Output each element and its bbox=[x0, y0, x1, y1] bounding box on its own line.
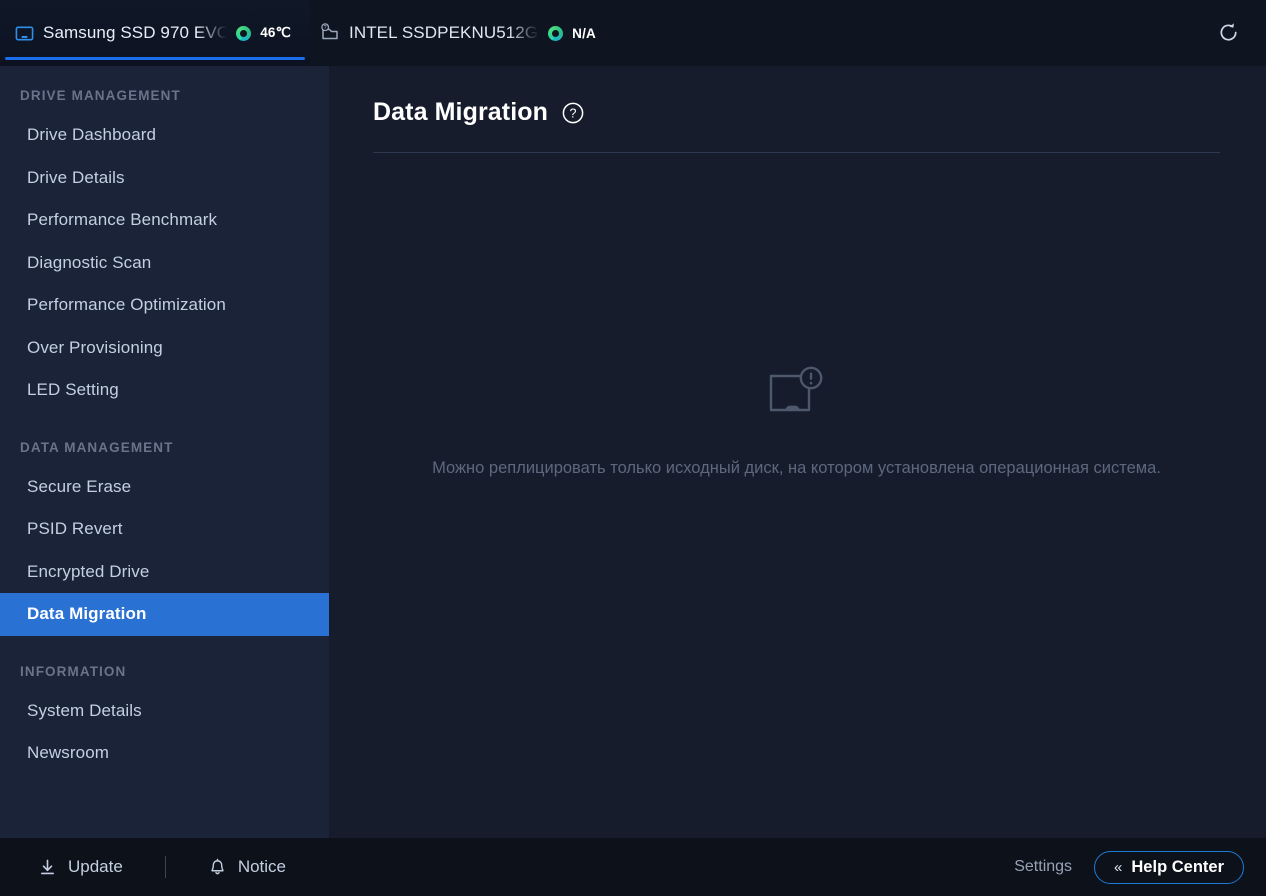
sidebar-item-data-migration[interactable]: Data Migration bbox=[0, 593, 329, 636]
drive-tab-label: Samsung SSD 970 EVO P bbox=[43, 23, 228, 42]
download-icon bbox=[38, 858, 57, 877]
nav-group-data-management: DATA MANAGEMENT Secure Erase PSID Revert… bbox=[0, 440, 329, 636]
sidebar-item-secure-erase[interactable]: Secure Erase bbox=[0, 466, 329, 509]
nav-group-title: DATA MANAGEMENT bbox=[20, 439, 174, 455]
update-label: Update bbox=[68, 857, 123, 876]
drive-tab-intel[interactable]: ? INTEL SSDPEKNU512GZ N/A bbox=[310, 0, 610, 66]
svg-text:?: ? bbox=[324, 25, 327, 31]
sidebar-item-drive-dashboard[interactable]: Drive Dashboard bbox=[0, 114, 329, 157]
notice-button[interactable]: Notice bbox=[208, 857, 286, 877]
sidebar-item-performance-optimization[interactable]: Performance Optimization bbox=[0, 284, 329, 327]
help-center-label: Help Center bbox=[1131, 857, 1224, 876]
help-center-button[interactable]: « Help Center bbox=[1094, 850, 1244, 884]
page-title: Data Migration bbox=[373, 98, 549, 126]
status-ring-icon bbox=[236, 25, 252, 41]
sidebar-item-diagnostic-scan[interactable]: Diagnostic Scan bbox=[0, 242, 329, 285]
app-window: Samsung SSD 970 EVO P 46℃ ? INTEL SSDPEK… bbox=[0, 0, 1266, 896]
drive-tab-samsung[interactable]: Samsung SSD 970 EVO P 46℃ bbox=[5, 0, 305, 66]
settings-label: Settings bbox=[1014, 858, 1073, 875]
question-mark-circle-icon[interactable]: ? bbox=[561, 101, 585, 125]
footer-toolbar: Update Notice Settings « Help Center bbox=[0, 838, 1266, 896]
sidebar-item-label: Diagnostic Scan bbox=[27, 252, 152, 272]
sidebar-item-label: LED Setting bbox=[27, 380, 119, 400]
notice-label: Notice bbox=[237, 857, 287, 876]
ssd-drive-icon bbox=[15, 24, 34, 43]
refresh-icon[interactable] bbox=[1212, 16, 1244, 48]
double-chevron-left-icon: « bbox=[1114, 858, 1123, 876]
bell-icon bbox=[208, 858, 227, 877]
sidebar-item-label: Encrypted Drive bbox=[27, 561, 150, 581]
sidebar-item-label: Drive Details bbox=[27, 167, 125, 187]
settings-button[interactable]: Settings bbox=[1014, 858, 1072, 876]
unknown-drive-icon: ? bbox=[320, 23, 340, 43]
sidebar-item-newsroom[interactable]: Newsroom bbox=[0, 732, 329, 775]
sidebar-item-label: Newsroom bbox=[27, 743, 110, 763]
status-ring-icon bbox=[548, 25, 564, 41]
sidebar-item-label: Over Provisioning bbox=[27, 337, 163, 357]
sidebar-item-label: Data Migration bbox=[27, 604, 147, 624]
drive-temperature-value: 46℃ bbox=[260, 25, 291, 40]
sidebar-item-label: Performance Optimization bbox=[27, 295, 226, 315]
sidebar-item-label: Secure Erase bbox=[27, 476, 132, 496]
svg-text:?: ? bbox=[570, 106, 577, 120]
sidebar-item-label: System Details bbox=[27, 700, 142, 720]
update-button[interactable]: Update bbox=[38, 857, 123, 877]
body-region: DRIVE MANAGEMENT Drive Dashboard Drive D… bbox=[0, 66, 1266, 838]
drive-tab-label: INTEL SSDPEKNU512GZ bbox=[349, 23, 540, 42]
monitor-warning-icon bbox=[765, 366, 829, 420]
drive-selector-bar: Samsung SSD 970 EVO P 46℃ ? INTEL SSDPEK… bbox=[0, 0, 1266, 66]
nav-group-drive-management: DRIVE MANAGEMENT Drive Dashboard Drive D… bbox=[0, 88, 329, 412]
footer-divider bbox=[164, 856, 166, 878]
sidebar-item-label: Performance Benchmark bbox=[27, 210, 218, 230]
sidebar-item-label: Drive Dashboard bbox=[27, 125, 157, 145]
nav-group-title: INFORMATION bbox=[20, 663, 127, 679]
sidebar-navigation: DRIVE MANAGEMENT Drive Dashboard Drive D… bbox=[0, 66, 329, 838]
page-header: Data Migration ? bbox=[373, 66, 1220, 127]
nav-group-information: INFORMATION System Details Newsroom bbox=[0, 664, 329, 775]
sidebar-item-drive-details[interactable]: Drive Details bbox=[0, 157, 329, 200]
empty-state-message: Можно реплицировать только исходный диск… bbox=[432, 459, 1161, 477]
empty-state: Можно реплицировать только исходный диск… bbox=[373, 366, 1220, 481]
sidebar-item-encrypted-drive[interactable]: Encrypted Drive bbox=[0, 551, 329, 594]
header-divider bbox=[373, 152, 1220, 153]
sidebar-item-psid-revert[interactable]: PSID Revert bbox=[0, 508, 329, 551]
sidebar-item-over-provisioning[interactable]: Over Provisioning bbox=[0, 327, 329, 370]
sidebar-item-led-setting[interactable]: LED Setting bbox=[0, 369, 329, 412]
drive-status-value: N/A bbox=[572, 25, 596, 41]
main-content: Data Migration ? Можно реплицировать тол… bbox=[329, 66, 1266, 838]
sidebar-item-performance-benchmark[interactable]: Performance Benchmark bbox=[0, 199, 329, 242]
sidebar-item-system-details[interactable]: System Details bbox=[0, 690, 329, 733]
nav-group-title: DRIVE MANAGEMENT bbox=[20, 88, 181, 103]
sidebar-item-label: PSID Revert bbox=[27, 519, 123, 539]
